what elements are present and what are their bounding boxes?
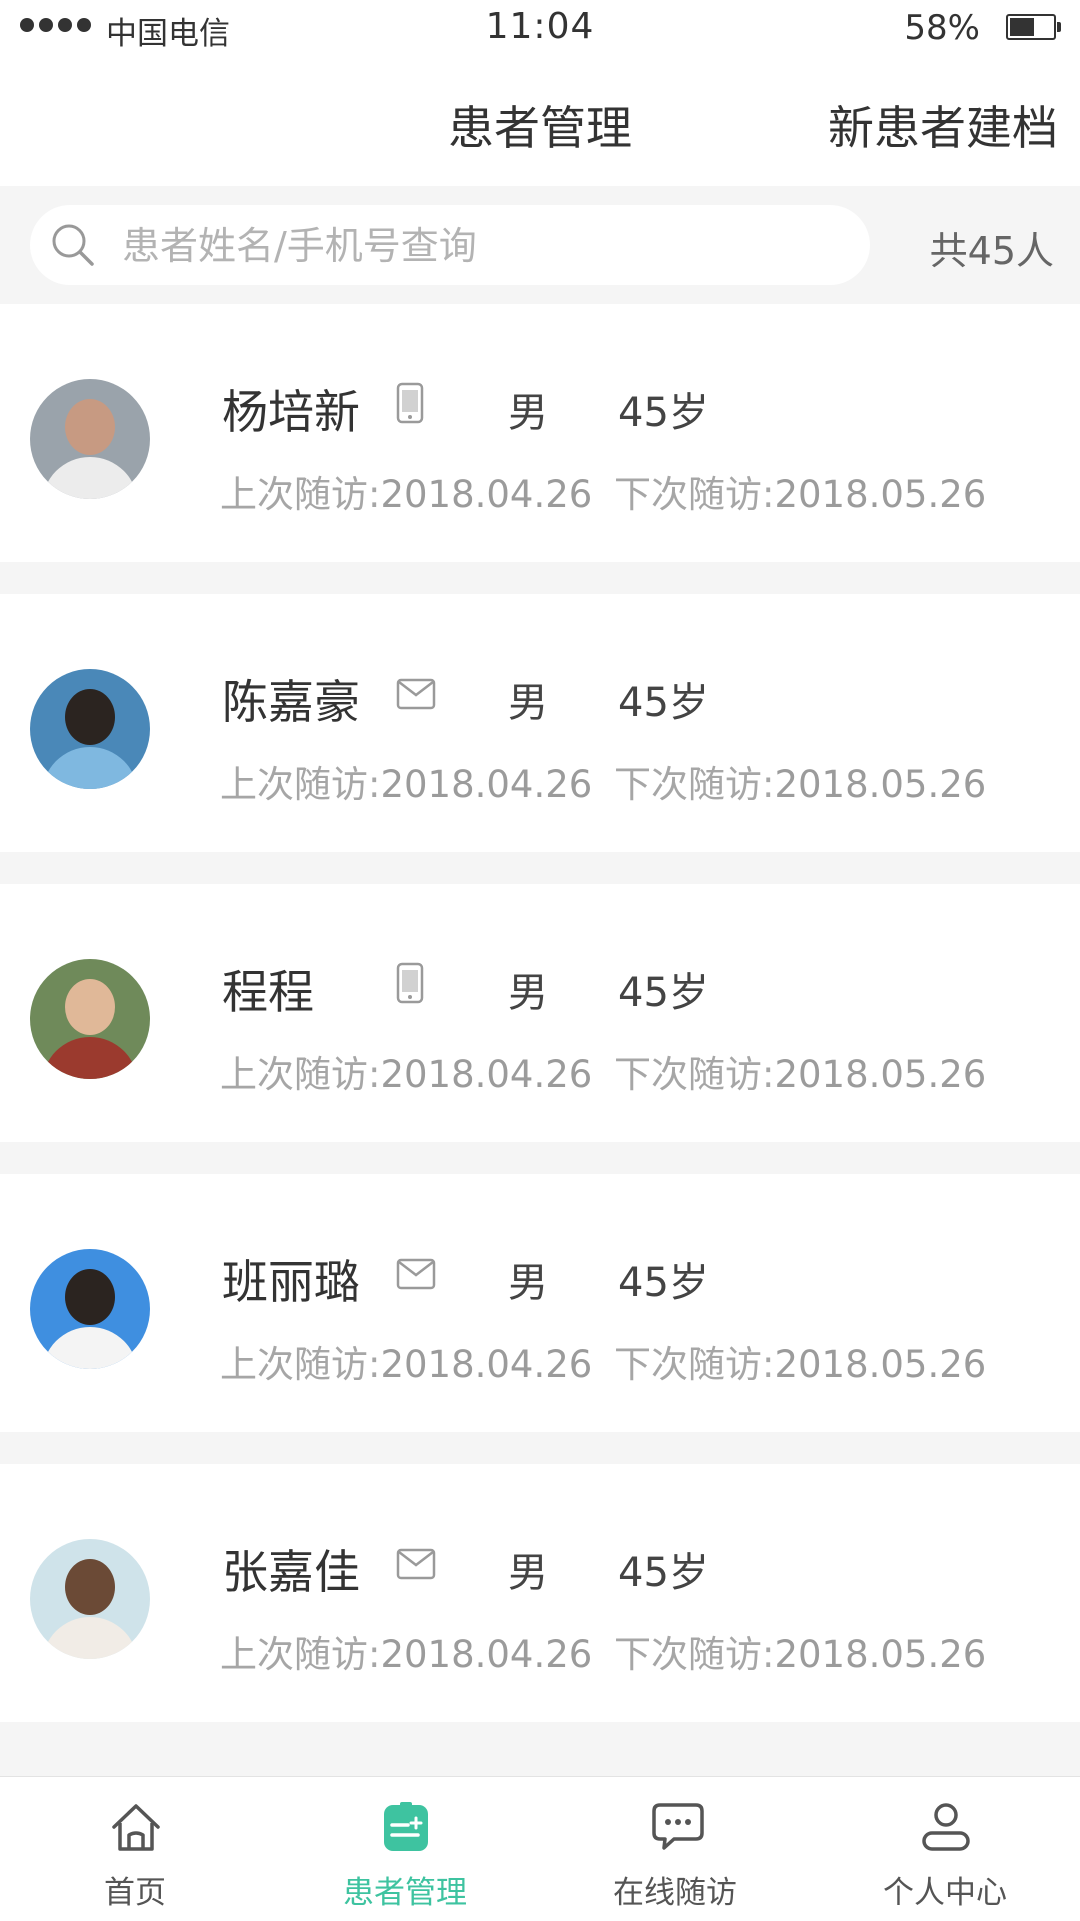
new-patient-button[interactable]: 新患者建档 <box>828 92 1058 158</box>
last-visit-label: 上次随访: <box>220 763 381 806</box>
patient-gender: 男 <box>508 1550 548 1596</box>
avatar <box>30 669 150 789</box>
next-visit-date: 2018.05.26 <box>774 1633 987 1676</box>
patient-management-icon <box>384 1802 428 1851</box>
next-visit-label: 下次随访: <box>614 1053 775 1096</box>
avatar <box>30 379 150 499</box>
patient-name: 班丽璐 <box>222 1255 360 1309</box>
status-bar: 中国电信 11:04 58% <box>0 0 1080 56</box>
last-visit: 上次随访:2018.04.26 <box>220 1334 592 1388</box>
mail-icon <box>396 1258 436 1290</box>
last-visit-date: 2018.04.26 <box>380 763 593 806</box>
contact-icon <box>396 962 424 1008</box>
patient-card[interactable]: 张嘉佳男 45岁 上次随访:2018.04.26 下次随访:2018.05.26 <box>0 1464 1080 1722</box>
next-visit-date: 2018.05.26 <box>774 473 987 516</box>
patient-total-count: 共45人 <box>929 229 1054 273</box>
last-visit-label: 上次随访: <box>220 473 381 516</box>
user-icon <box>922 1803 970 1851</box>
last-visit: 上次随访:2018.04.26 <box>220 1624 592 1678</box>
patient-name: 程程 <box>222 965 314 1019</box>
last-visit-label: 上次随访: <box>220 1053 381 1096</box>
patient-age: 45岁 <box>618 970 709 1016</box>
last-visit-date: 2018.04.26 <box>380 1053 593 1096</box>
patient-name: 杨培新 <box>222 385 360 439</box>
tab-online-followup[interactable]: 在线随访 <box>540 1777 810 1921</box>
next-visit: 下次随访:2018.05.26 <box>614 464 986 518</box>
next-visit-label: 下次随访: <box>614 763 775 806</box>
tab-personal-center[interactable]: 个人中心 <box>810 1777 1080 1921</box>
patient-age: 45岁 <box>618 680 709 726</box>
tab-patient-management[interactable]: 患者管理 <box>270 1777 540 1921</box>
last-visit-date: 2018.04.26 <box>380 473 593 516</box>
tab-label: 个人中心 <box>883 1875 1007 1911</box>
last-visit-label: 上次随访: <box>220 1343 381 1386</box>
next-visit-date: 2018.05.26 <box>774 763 987 806</box>
battery-percent: 58% <box>904 8 980 48</box>
next-visit: 下次随访:2018.05.26 <box>614 1624 986 1678</box>
phone-icon <box>396 382 424 424</box>
patient-card[interactable]: 杨培新男 45岁 上次随访:2018.04.26 下次随访:2018.05.26 <box>0 304 1080 562</box>
patient-card[interactable]: 陈嘉豪男 45岁 上次随访:2018.04.26 下次随访:2018.05.26 <box>0 594 1080 852</box>
tab-home[interactable]: 首页 <box>0 1777 270 1921</box>
battery-icon <box>1006 14 1061 40</box>
next-visit-date: 2018.05.26 <box>774 1343 987 1386</box>
next-visit-date: 2018.05.26 <box>774 1053 987 1096</box>
mail-icon <box>396 1548 436 1580</box>
contact-icon <box>396 1542 436 1584</box>
next-visit: 下次随访:2018.05.26 <box>614 1044 986 1098</box>
last-visit-date: 2018.04.26 <box>380 1633 593 1676</box>
search-box[interactable] <box>30 205 870 285</box>
next-visit-label: 下次随访: <box>614 473 775 516</box>
home-icon <box>112 1804 160 1851</box>
last-visit: 上次随访:2018.04.26 <box>220 754 592 808</box>
navigation-bar: 患者管理 新患者建档 <box>0 56 1080 187</box>
patient-gender: 男 <box>508 680 548 726</box>
avatar <box>30 1539 150 1659</box>
search-input[interactable] <box>120 215 844 277</box>
contact-icon <box>396 382 424 428</box>
patient-name: 陈嘉豪 <box>222 675 360 729</box>
patient-gender: 男 <box>508 970 548 1016</box>
last-visit: 上次随访:2018.04.26 <box>220 464 592 518</box>
next-visit-label: 下次随访: <box>614 1343 775 1386</box>
tab-bar: 首页 患者管理 在线随访 个人中心 <box>0 1776 1080 1921</box>
last-visit: 上次随访:2018.04.26 <box>220 1044 592 1098</box>
mail-icon <box>396 678 436 710</box>
patient-age: 45岁 <box>618 1260 709 1306</box>
patient-gender: 男 <box>508 1260 548 1306</box>
tab-label: 在线随访 <box>613 1875 737 1911</box>
phone-icon <box>396 962 424 1004</box>
next-visit-label: 下次随访: <box>614 1633 775 1676</box>
last-visit-date: 2018.04.26 <box>380 1343 593 1386</box>
next-visit: 下次随访:2018.05.26 <box>614 754 986 808</box>
avatar <box>30 959 150 1079</box>
patient-gender: 男 <box>508 390 548 436</box>
patient-age: 45岁 <box>618 390 709 436</box>
chat-bubble-icon <box>652 1803 704 1850</box>
search-icon <box>52 224 94 266</box>
contact-icon <box>396 672 436 714</box>
last-visit-label: 上次随访: <box>220 1633 381 1676</box>
patient-card[interactable]: 程程男 45岁 上次随访:2018.04.26 下次随访:2018.05.26 <box>0 884 1080 1142</box>
tab-label: 患者管理 <box>343 1875 467 1911</box>
avatar <box>30 1249 150 1369</box>
tab-label: 首页 <box>104 1875 166 1911</box>
contact-icon <box>396 1252 436 1294</box>
next-visit: 下次随访:2018.05.26 <box>614 1334 986 1388</box>
search-area: 共45人 <box>0 186 1080 304</box>
patient-age: 45岁 <box>618 1550 709 1596</box>
patient-card[interactable]: 班丽璐男 45岁 上次随访:2018.04.26 下次随访:2018.05.26 <box>0 1174 1080 1432</box>
patient-name: 张嘉佳 <box>222 1545 360 1599</box>
